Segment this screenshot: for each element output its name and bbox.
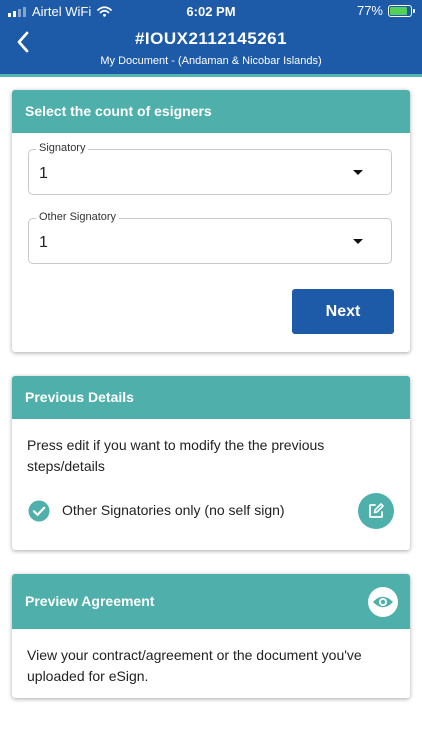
- other-signatory-label: Other Signatory: [36, 211, 120, 223]
- signatory-value: 1: [39, 165, 48, 182]
- status-bar: Airtel WiFi 6:02 PM 77%: [0, 0, 422, 22]
- caret-down-icon: [353, 170, 363, 175]
- next-button[interactable]: Next: [292, 289, 394, 334]
- edit-button[interactable]: [358, 493, 394, 529]
- preview-agreement-description: View your contract/agreement or the docu…: [27, 647, 362, 684]
- preview-agreement-title: Preview Agreement: [25, 593, 155, 609]
- caret-down-icon: [353, 239, 363, 244]
- battery-icon: [388, 4, 415, 17]
- check-circle-icon: [28, 500, 50, 522]
- app-header: Airtel WiFi 6:02 PM 77% #IOUX2112145261 …: [0, 0, 422, 77]
- previous-details-description: Press edit if you want to modify the the…: [27, 437, 325, 474]
- selected-option-label: Other Signatories only (no self sign): [62, 502, 285, 518]
- preview-button[interactable]: [368, 587, 398, 617]
- preview-agreement-header: Preview Agreement: [12, 574, 410, 629]
- other-signatory-select[interactable]: Other Signatory 1: [28, 211, 392, 264]
- preview-agreement-card: Preview Agreement View your contract/agr…: [12, 574, 410, 698]
- esigners-card-title: Select the count of esigners: [12, 90, 410, 133]
- eye-icon: [373, 596, 393, 608]
- battery-fill: [390, 6, 407, 15]
- battery-percent: 77%: [356, 3, 383, 18]
- page-subtitle: My Document - (Andaman & Nicobar Islands…: [100, 55, 322, 67]
- page-title: #IOUX2112145261: [134, 29, 288, 48]
- status-right: 77%: [356, 3, 415, 18]
- header-divider: [0, 74, 422, 77]
- previous-details-title: Previous Details: [12, 376, 410, 419]
- signatory-select[interactable]: Signatory 1: [28, 142, 392, 195]
- edit-icon: [369, 503, 384, 518]
- signatory-label: Signatory: [36, 142, 89, 154]
- esigners-card: Select the count of esigners Signatory 1…: [12, 90, 410, 352]
- previous-details-card: Previous Details Press edit if you want …: [12, 376, 410, 550]
- other-signatory-value: 1: [39, 234, 48, 251]
